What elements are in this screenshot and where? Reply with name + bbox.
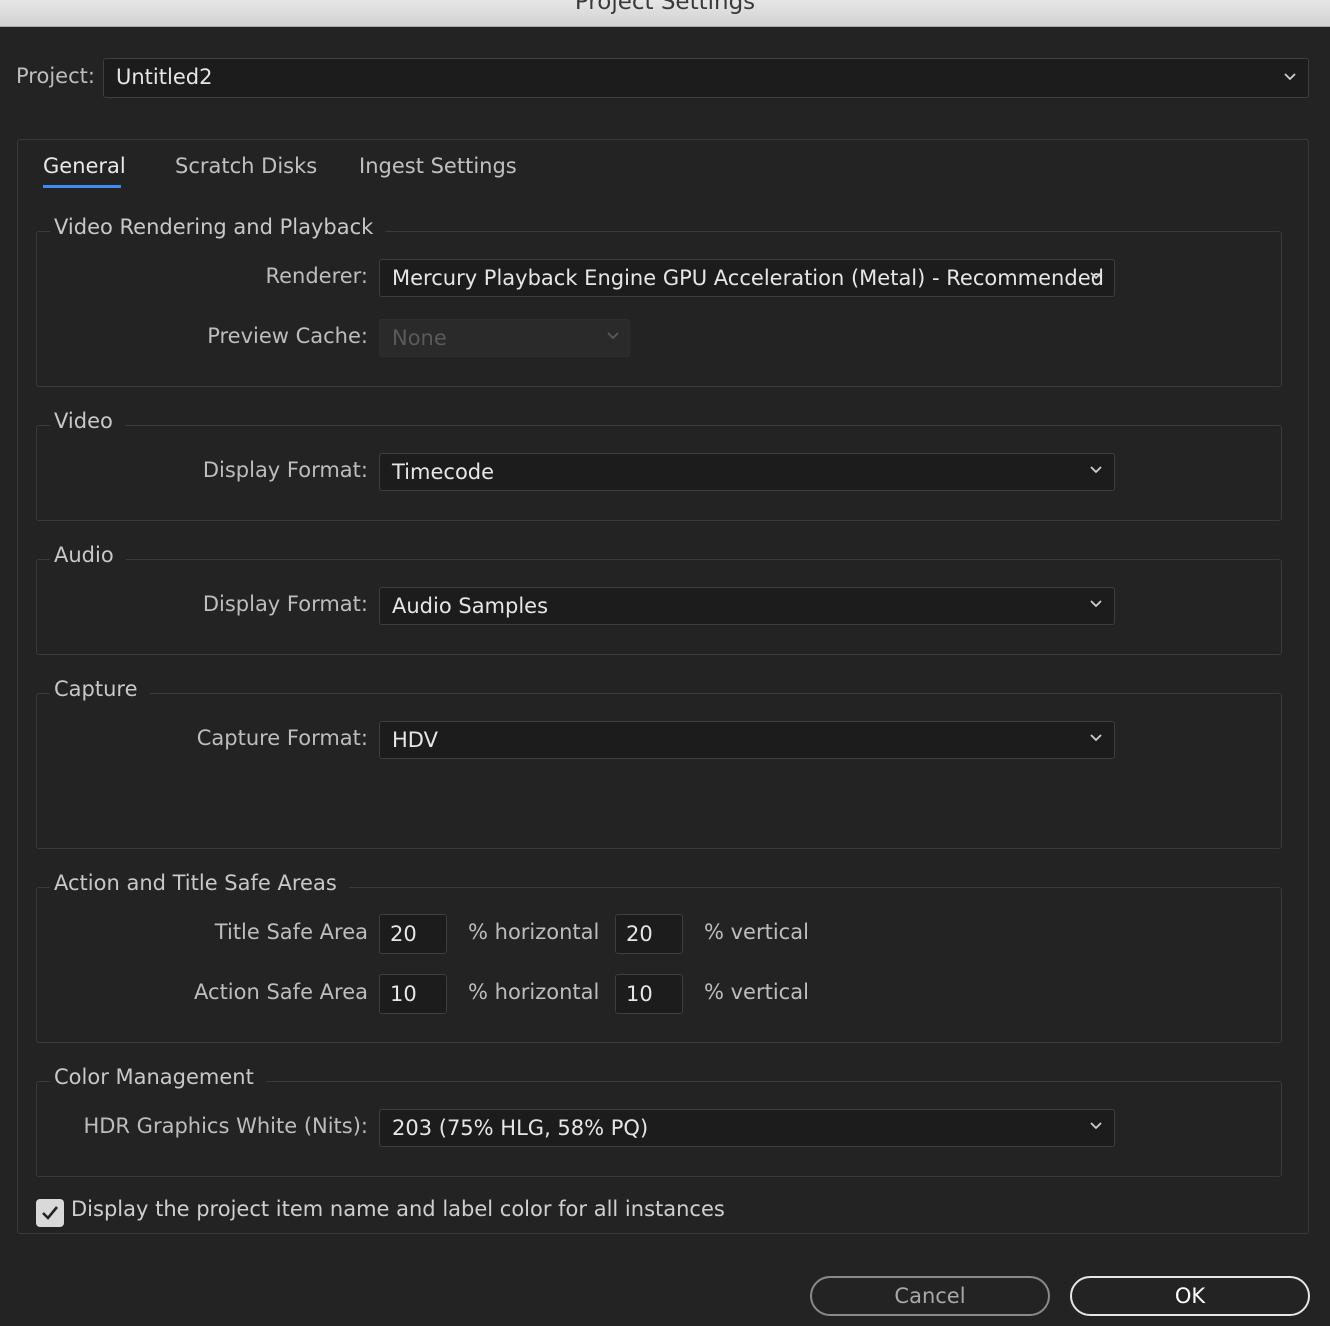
preview-cache-value: None [392,326,447,350]
active-tab-indicator [43,185,121,188]
preview-cache-label: Preview Cache: [207,324,368,348]
video-rendering-group [36,231,1282,387]
safe-areas-group [36,887,1282,1043]
tab-ingest-settings[interactable]: Ingest Settings [359,154,517,178]
chevron-down-icon [1090,734,1102,742]
project-dropdown[interactable]: Untitled2 [103,58,1309,98]
renderer-value: Mercury Playback Engine GPU Acceleration… [392,266,1104,290]
audio-display-format-value: Audio Samples [392,594,549,618]
title-bar: Project Settings [0,0,1330,27]
capture-format-value: HDV [392,728,438,752]
capture-format-label: Capture Format: [196,726,368,750]
display-instances-checkbox[interactable] [36,1199,64,1227]
capture-format-dropdown[interactable]: HDV [379,721,1115,759]
audio-display-format-dropdown[interactable]: Audio Samples [379,587,1115,625]
renderer-dropdown[interactable]: Mercury Playback Engine GPU Acceleration… [379,259,1115,297]
hdr-graphics-white-dropdown[interactable]: 203 (75% HLG, 58% PQ) [379,1109,1115,1147]
renderer-label: Renderer: [265,264,368,288]
audio-title: Audio [50,543,126,567]
action-safe-horizontal-unit: % horizontal [468,980,600,1004]
title-safe-horizontal-input[interactable]: 20 [379,914,447,954]
project-value: Untitled2 [116,65,213,89]
checkmark-icon [42,1206,59,1220]
chevron-down-icon [1090,466,1102,474]
hdr-graphics-white-label: HDR Graphics White (Nits): [83,1114,368,1138]
window-title: Project Settings [574,0,756,15]
tab-general[interactable]: General [43,154,126,178]
action-safe-label: Action Safe Area [194,980,368,1004]
title-safe-horizontal-unit: % horizontal [468,920,600,944]
audio-display-format-label: Display Format: [202,592,368,616]
action-safe-horizontal-input[interactable]: 10 [379,974,447,1014]
cancel-button[interactable]: Cancel [810,1276,1050,1316]
ok-button[interactable]: OK [1070,1276,1310,1316]
title-safe-label: Title Safe Area [214,920,368,944]
chevron-down-icon [1090,600,1102,608]
capture-title: Capture [50,677,150,701]
action-safe-vertical-input[interactable]: 10 [615,974,683,1014]
tab-scratch-disks[interactable]: Scratch Disks [175,154,317,178]
video-title: Video [50,409,125,433]
title-safe-vertical-input[interactable]: 20 [615,914,683,954]
capture-group [36,693,1282,849]
title-safe-vertical-unit: % vertical [704,920,809,944]
preview-cache-dropdown: None [379,319,630,357]
video-display-format-dropdown[interactable]: Timecode [379,453,1115,491]
safe-areas-title: Action and Title Safe Areas [50,871,349,895]
chevron-down-icon [1090,1122,1102,1130]
hdr-graphics-white-value: 203 (75% HLG, 58% PQ) [392,1116,649,1140]
project-label: Project: [16,64,95,88]
chevron-down-icon [607,332,619,340]
chevron-down-icon [1284,73,1296,81]
video-display-format-label: Display Format: [202,458,368,482]
color-management-title: Color Management [50,1065,266,1089]
project-settings-dialog: Project Settings Project: Untitled2 Gene… [0,0,1330,1326]
display-instances-label: Display the project item name and label … [71,1197,725,1221]
chevron-down-icon [1090,272,1102,280]
action-safe-vertical-unit: % vertical [704,980,809,1004]
video-rendering-title: Video Rendering and Playback [50,215,386,239]
video-display-format-value: Timecode [392,460,495,484]
